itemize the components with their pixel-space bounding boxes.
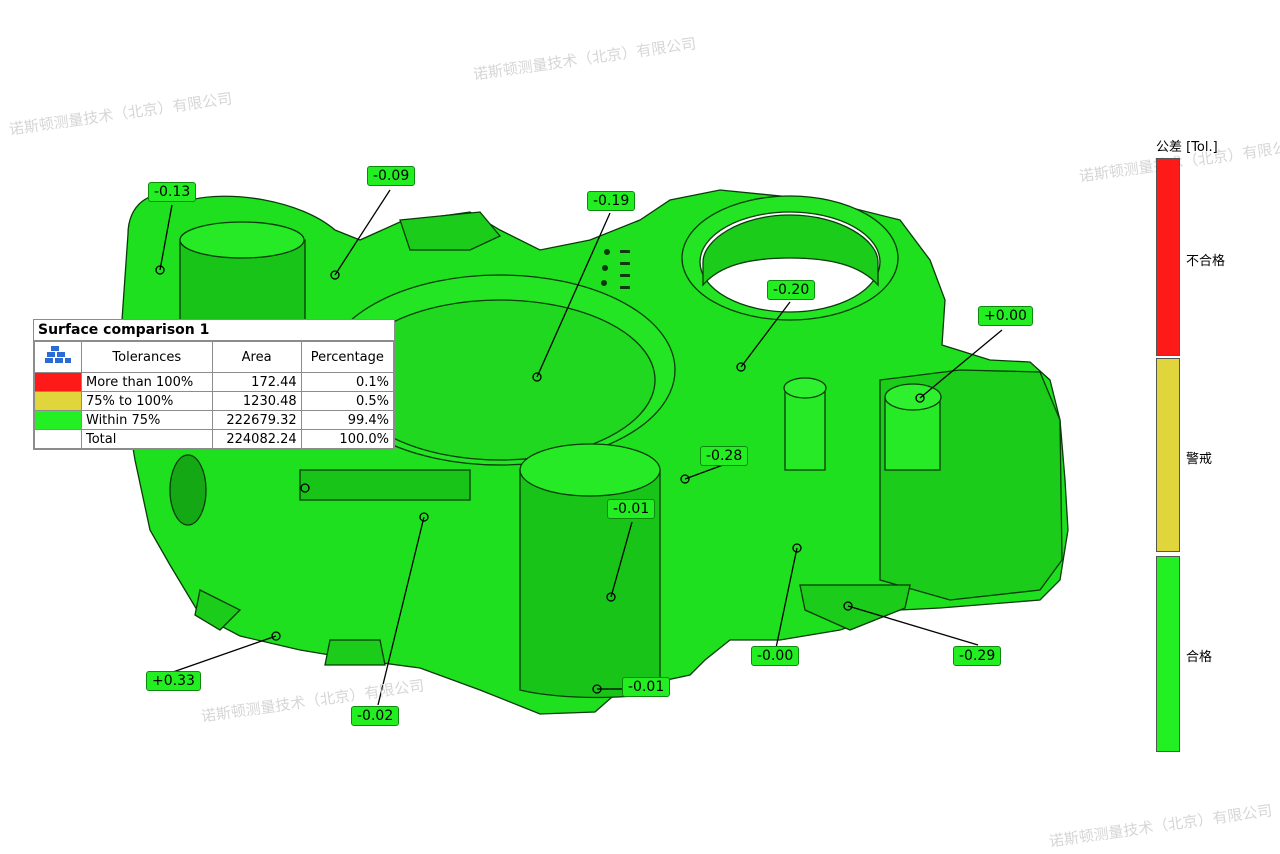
deviation-callout[interactable]: +0.33 — [146, 671, 201, 691]
deviation-callout[interactable]: -0.19 — [587, 191, 636, 211]
column-header: Tolerances — [81, 341, 213, 373]
deviation-callout[interactable]: -0.28 — [700, 446, 749, 466]
column-header: Area — [211, 341, 302, 373]
deviation-callout[interactable]: -0.09 — [367, 166, 416, 186]
legend-band-fail — [1156, 158, 1180, 356]
table-row: More than 100% 172.44 0.1% — [34, 372, 395, 392]
area-value: 1230.48 — [211, 391, 302, 411]
percentage-value: 0.5% — [300, 391, 395, 411]
left-boss-top — [179, 221, 305, 259]
legend-band-warning — [1156, 358, 1180, 552]
legend-band-pass — [1156, 556, 1180, 752]
deviation-callout[interactable]: -0.29 — [953, 646, 1002, 666]
percentage-value: 100.0% — [300, 429, 395, 449]
legend-label-warning: 警戒 — [1186, 452, 1213, 467]
area-value: 224082.24 — [211, 429, 302, 449]
deviation-callout[interactable]: -0.13 — [148, 182, 197, 202]
legend-label-fail: 不合格 — [1186, 254, 1226, 269]
deviation-callout[interactable]: +0.00 — [978, 306, 1033, 326]
surface-comparison-icon — [34, 341, 82, 373]
deviation-callout[interactable]: -0.01 — [622, 677, 671, 697]
side-hole — [169, 454, 207, 526]
column-header: Percentage — [300, 341, 395, 373]
tolerance-legend: 公差 [Tol.] 不合格 警戒 合格 — [1150, 136, 1230, 756]
front-slot — [299, 469, 471, 501]
color-swatch-red — [34, 372, 82, 392]
bottom-tab — [324, 639, 386, 666]
table-row-total: Total 224082.24 100.0% — [34, 429, 395, 449]
tolerance-label: Within 75% — [81, 410, 213, 430]
table-row: Within 75% 222679.32 99.4% — [34, 410, 395, 430]
table-row: 75% to 100% 1230.48 0.5% — [34, 391, 395, 411]
color-swatch-empty — [34, 429, 82, 449]
tolerance-label: Total — [81, 429, 213, 449]
color-swatch-green — [34, 410, 82, 430]
table-title: Surface comparison 1 — [34, 320, 394, 341]
deviation-callout[interactable]: -0.01 — [607, 499, 656, 519]
area-value: 222679.32 — [211, 410, 302, 430]
deviation-callout[interactable]: -0.02 — [351, 706, 400, 726]
deviation-callout[interactable]: -0.20 — [767, 280, 816, 300]
deviation-callout[interactable]: -0.00 — [751, 646, 800, 666]
area-value: 172.44 — [211, 372, 302, 392]
percentage-value: 99.4% — [300, 410, 395, 430]
front-pocket-top — [519, 443, 661, 497]
legend-label-pass: 合格 — [1186, 650, 1213, 665]
housing-model — [121, 189, 1069, 715]
surface-comparison-table[interactable]: Surface comparison 1 Tolerances Area Per… — [33, 319, 395, 450]
tolerance-table: Tolerances Area Percentage More than 100… — [34, 341, 395, 449]
tolerance-label: More than 100% — [81, 372, 213, 392]
color-swatch-yellow — [34, 391, 82, 411]
percentage-value: 0.1% — [300, 372, 395, 392]
legend-title: 公差 [Tol.] — [1156, 140, 1218, 155]
mid-post-top — [783, 377, 827, 399]
tolerance-label: 75% to 100% — [81, 391, 213, 411]
mid-post — [784, 389, 826, 471]
